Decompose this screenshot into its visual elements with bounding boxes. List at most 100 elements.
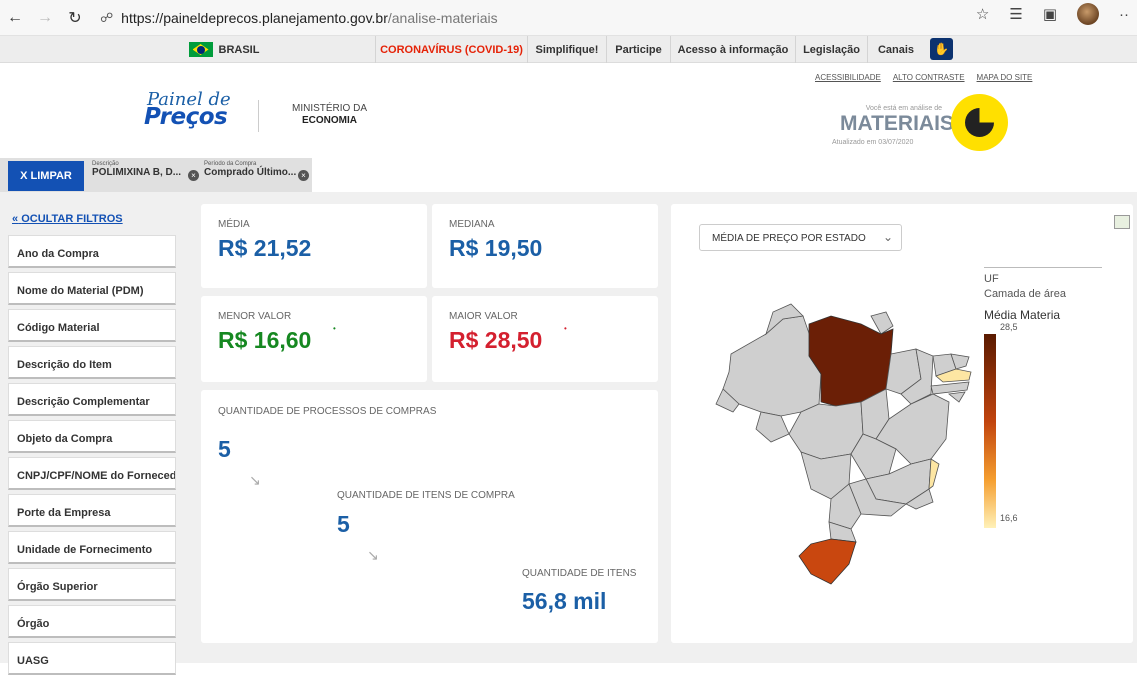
double-chevron-left-icon: « bbox=[12, 213, 19, 225]
filter-chip-periodo[interactable]: Período da Compra Comprado Último... bbox=[204, 161, 296, 191]
state-al bbox=[948, 391, 966, 403]
card-menor-valor: MENOR VALOR R$ 16,60 • bbox=[201, 296, 427, 382]
covid-link[interactable]: CORONAVÍRUS (COVID-19) bbox=[375, 36, 527, 63]
analise-title: MATERIAIS bbox=[840, 112, 954, 135]
state-es bbox=[928, 458, 940, 490]
state-rs bbox=[798, 538, 857, 585]
filter-orgao[interactable]: Órgão bbox=[8, 605, 176, 638]
updated-date: Atualizado em 03/07/2020 bbox=[832, 139, 914, 146]
media-value: R$ 21,52 bbox=[218, 235, 312, 261]
filter-descricao-complementar[interactable]: Descrição Complementar bbox=[8, 383, 176, 416]
processos-value: 5 bbox=[218, 436, 231, 462]
filter-codigo-material[interactable]: Código Material bbox=[8, 309, 176, 342]
arrow-right-icon: → bbox=[37, 8, 53, 26]
filter-orgao-superior[interactable]: Órgão Superior bbox=[8, 568, 176, 601]
remove-chip-icon[interactable]: × bbox=[188, 170, 199, 181]
filter-uasg[interactable]: UASG bbox=[8, 642, 176, 675]
arrow-down-right-icon: ↘ bbox=[249, 472, 261, 488]
media-label: MÉDIA bbox=[218, 219, 250, 230]
card-map: MÉDIA DE PREÇO POR ESTADO ⌄ UF Camada de… bbox=[671, 204, 1133, 643]
filter-fornecedor[interactable]: CNPJ/CPF/NOME do Fornecedor bbox=[8, 457, 176, 490]
legend-title: Média Materia bbox=[984, 308, 1061, 322]
more-icon[interactable]: ·· bbox=[1119, 6, 1129, 23]
acesso-link[interactable]: Acesso à informação bbox=[670, 36, 795, 63]
alto-contraste-link[interactable]: ALTO CONTRASTE bbox=[893, 73, 965, 82]
itens-value: 56,8 mil bbox=[522, 588, 607, 614]
gov-bar: BRASIL CORONAVÍRUS (COVID-19) Simplifiqu… bbox=[0, 36, 1137, 63]
filter-strip-blank bbox=[312, 158, 1137, 192]
filter-unidade-fornecimento[interactable]: Unidade de Fornecimento bbox=[8, 531, 176, 564]
analise-caption: Você está em análise de bbox=[865, 105, 942, 112]
map-metric-select[interactable]: MÉDIA DE PREÇO POR ESTADO ⌄ bbox=[699, 224, 902, 251]
filter-nome-material[interactable]: Nome do Material (PDM) bbox=[8, 272, 176, 305]
card-quantidades: QUANTIDADE DE PROCESSOS DE COMPRAS 5 ↘ Q… bbox=[201, 390, 658, 643]
maior-value: R$ 28,50 bbox=[449, 327, 543, 353]
refresh-icon: ↻ bbox=[68, 9, 82, 27]
legend-color-scale bbox=[984, 334, 996, 528]
ministry-label: MINISTÉRIO DA ECONOMIA bbox=[292, 103, 367, 127]
map-metric-value: MÉDIA DE PREÇO POR ESTADO bbox=[712, 233, 866, 244]
logo-divider bbox=[258, 100, 259, 132]
card-mediana: MEDIANA R$ 19,50 bbox=[432, 204, 658, 288]
filter-ano-compra[interactable]: Ano da Compra bbox=[8, 235, 176, 268]
main-area: « OCULTAR FILTROS Ano da Compra Nome do … bbox=[0, 192, 1137, 675]
processos-label: QUANTIDADE DE PROCESSOS DE COMPRAS bbox=[218, 406, 437, 417]
menor-label: MENOR VALOR bbox=[218, 311, 292, 322]
card-media: MÉDIA R$ 21,52 bbox=[201, 204, 427, 288]
mediana-label: MEDIANA bbox=[449, 219, 495, 230]
back-button[interactable]: ← bbox=[0, 3, 30, 33]
card-maior-valor: MAIOR VALOR R$ 28,50 • bbox=[432, 296, 658, 382]
address-bar[interactable]: ☍ https://paineldeprecos.planejamento.go… bbox=[100, 10, 498, 26]
participe-link[interactable]: Participe bbox=[606, 36, 670, 63]
itens-compra-label: QUANTIDADE DE ITENS DE COMPRA bbox=[337, 490, 515, 501]
clear-filters-button[interactable]: X LIMPAR bbox=[8, 161, 84, 191]
url-path: /analise-materiais bbox=[387, 9, 498, 26]
collections-icon[interactable]: ▣ bbox=[1043, 5, 1057, 23]
mapa-do-site-link[interactable]: MAPA DO SITE bbox=[977, 73, 1033, 82]
hide-filters-label: OCULTAR FILTROS bbox=[21, 213, 123, 225]
forward-button[interactable]: → bbox=[30, 3, 60, 33]
logo-precos[interactable]: Preços bbox=[144, 104, 228, 130]
canais-link[interactable]: Canais bbox=[867, 36, 924, 63]
remove-chip-icon[interactable]: × bbox=[298, 170, 309, 181]
favorite-star-icon[interactable]: ☆ bbox=[976, 5, 989, 23]
filter-descricao-item[interactable]: Descrição do Item bbox=[8, 346, 176, 379]
profile-avatar[interactable] bbox=[1077, 3, 1099, 25]
ministry-line1: MINISTÉRIO DA bbox=[292, 103, 368, 114]
chip-value: Comprado Último... bbox=[204, 167, 297, 178]
legend-uf: UF bbox=[984, 273, 999, 285]
filter-porte-empresa[interactable]: Porte da Empresa bbox=[8, 494, 176, 527]
libras-accessibility-icon[interactable]: ✋ bbox=[930, 38, 953, 60]
arrow-down-right-icon: ↘ bbox=[367, 547, 379, 563]
ministry-line2: ECONOMIA bbox=[302, 115, 357, 126]
legend-max: 28,5 bbox=[1000, 322, 1018, 332]
brazil-choropleth-map[interactable] bbox=[711, 294, 981, 594]
simplifique-link[interactable]: Simplifique! bbox=[527, 36, 606, 63]
legend-divider bbox=[984, 267, 1102, 268]
browser-toolbar: ← → ↻ ☍ https://paineldeprecos.planejame… bbox=[0, 0, 1137, 36]
lock-icon: ☍ bbox=[100, 9, 114, 25]
filter-objeto-compra[interactable]: Objeto da Compra bbox=[8, 420, 176, 453]
acessibilidade-link[interactable]: ACESSIBILIDADE bbox=[815, 73, 881, 82]
brasil-label: BRASIL bbox=[218, 43, 260, 56]
itens-compra-value: 5 bbox=[337, 511, 350, 537]
analysis-type-badge[interactable] bbox=[951, 94, 1008, 151]
url-host: https://paineldeprecos.planejamento.gov.… bbox=[121, 9, 388, 26]
itens-label: QUANTIDADE DE ITENS bbox=[522, 568, 637, 579]
chevron-down-icon: ⌄ bbox=[882, 230, 893, 244]
refresh-button[interactable]: ↻ bbox=[60, 3, 90, 33]
up-trend-icon: • bbox=[564, 324, 567, 333]
hide-filters-link[interactable]: « OCULTAR FILTROS bbox=[12, 213, 123, 225]
legend-min: 16,6 bbox=[1000, 513, 1018, 523]
filter-chip-descricao[interactable]: Descrição POLIMIXINA B, D... bbox=[92, 161, 181, 191]
mediana-value: R$ 19,50 bbox=[449, 235, 543, 261]
legend-layer: Camada de área bbox=[984, 288, 1066, 300]
favorites-list-icon[interactable]: ☰ bbox=[1009, 5, 1022, 23]
state-ro bbox=[755, 411, 790, 443]
chip-value: POLIMIXINA B, D... bbox=[92, 167, 182, 178]
site-header: Painel de Preços MINISTÉRIO DA ECONOMIA … bbox=[0, 63, 1137, 158]
browser-actions: ☆ ☰ ▣ ·· bbox=[976, 3, 1129, 25]
brasil-link[interactable]: BRASIL bbox=[170, 36, 278, 63]
legislacao-link[interactable]: Legislação bbox=[795, 36, 867, 63]
broken-image-icon bbox=[1114, 215, 1130, 229]
